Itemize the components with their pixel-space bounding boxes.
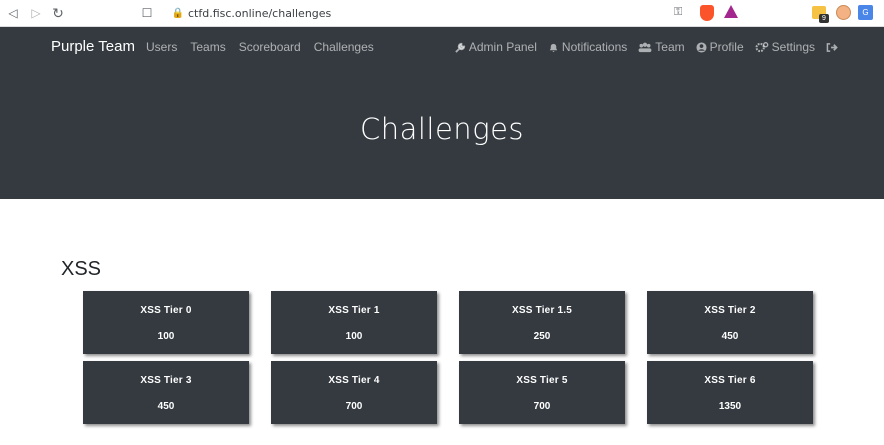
challenge-value: 700 <box>345 401 363 412</box>
key-icon[interactable]: ⚿ <box>674 6 682 19</box>
challenge-card[interactable]: XSS Tier 2 450 <box>647 291 813 354</box>
challenge-value: 100 <box>157 331 175 342</box>
users-icon <box>638 42 652 52</box>
navbar-right: Admin Panel Notifications Team Profile S… <box>444 40 838 54</box>
nav-notifications-label: Notifications <box>561 40 628 54</box>
nav-settings-label: Settings <box>771 40 815 54</box>
browser-toolbar: ◁ ▷ ↻ ☐ 🔒 ctfd.fisc.online/challenges ⚿ … <box>0 0 884 27</box>
site-header: Purple Team Users Teams Scoreboard Chall… <box>0 27 884 199</box>
address-bar[interactable]: ☐ 🔒 ctfd.fisc.online/challenges ⚿ <box>140 4 745 23</box>
forward-icon[interactable]: ▷ <box>28 5 44 21</box>
nav-profile-label: Profile <box>709 40 744 54</box>
lock-icon[interactable]: 🔒 <box>172 6 184 20</box>
navbar-links: Users Teams Scoreboard Challenges <box>146 40 387 54</box>
nav-team[interactable]: Team <box>638 40 685 54</box>
category-title: XSS <box>61 258 102 280</box>
extension-translate-icon[interactable]: G <box>858 5 873 20</box>
challenge-name: XSS Tier 1 <box>328 305 380 316</box>
bookmark-icon[interactable]: ☐ <box>140 5 154 21</box>
nav-notifications[interactable]: Notifications <box>548 40 627 54</box>
url-text[interactable]: ctfd.fisc.online/challenges <box>188 7 331 20</box>
challenge-value: 250 <box>533 331 551 342</box>
challenge-card[interactable]: XSS Tier 0 100 <box>83 291 249 354</box>
challenge-name: XSS Tier 4 <box>328 375 380 386</box>
user-circle-icon <box>696 41 707 53</box>
reload-icon[interactable]: ↻ <box>50 5 66 21</box>
logout-icon[interactable] <box>826 42 838 53</box>
back-icon[interactable]: ◁ <box>5 5 21 21</box>
challenge-value: 450 <box>157 401 175 412</box>
nav-link-users[interactable]: Users <box>146 40 177 54</box>
challenge-name: XSS Tier 3 <box>140 375 192 386</box>
page-title: Challenges <box>359 112 525 146</box>
challenge-card[interactable]: XSS Tier 1 100 <box>271 291 437 354</box>
extension-badge: 9 <box>819 14 829 23</box>
nav-link-scoreboard[interactable]: Scoreboard <box>239 40 301 54</box>
nav-link-teams[interactable]: Teams <box>190 40 225 54</box>
wrench-icon <box>455 42 465 53</box>
brave-rewards-icon[interactable] <box>724 5 738 18</box>
challenge-card[interactable]: XSS Tier 3 450 <box>83 361 249 424</box>
extension-notes-icon[interactable]: 9 <box>812 6 829 23</box>
challenge-card[interactable]: XSS Tier 1.5 250 <box>459 291 625 354</box>
cogs-icon <box>755 41 769 52</box>
brave-shield-icon[interactable] <box>700 5 714 21</box>
nav-admin-panel[interactable]: Admin Panel <box>455 40 537 54</box>
challenge-card[interactable]: XSS Tier 4 700 <box>271 361 437 424</box>
navbar-brand[interactable]: Purple Team <box>51 38 135 55</box>
bell-icon <box>549 43 558 52</box>
nav-settings[interactable]: Settings <box>755 40 815 54</box>
challenge-card[interactable]: XSS Tier 6 1350 <box>647 361 813 424</box>
challenge-value: 100 <box>345 331 363 342</box>
challenge-value: 700 <box>533 401 551 412</box>
nav-profile[interactable]: Profile <box>696 40 744 54</box>
challenge-value: 450 <box>721 331 739 342</box>
challenge-value: 1350 <box>718 401 742 412</box>
challenge-name: XSS Tier 1.5 <box>511 305 573 316</box>
nav-link-challenges[interactable]: Challenges <box>314 40 374 54</box>
challenge-name: XSS Tier 0 <box>140 305 192 316</box>
nav-admin-panel-label: Admin Panel <box>468 40 537 54</box>
challenge-name: XSS Tier 2 <box>704 305 756 316</box>
challenge-name: XSS Tier 5 <box>516 375 568 386</box>
nav-team-label: Team <box>655 40 685 54</box>
extension-avatar-icon[interactable] <box>836 5 851 20</box>
challenge-name: XSS Tier 6 <box>704 375 756 386</box>
challenge-card[interactable]: XSS Tier 5 700 <box>459 361 625 424</box>
